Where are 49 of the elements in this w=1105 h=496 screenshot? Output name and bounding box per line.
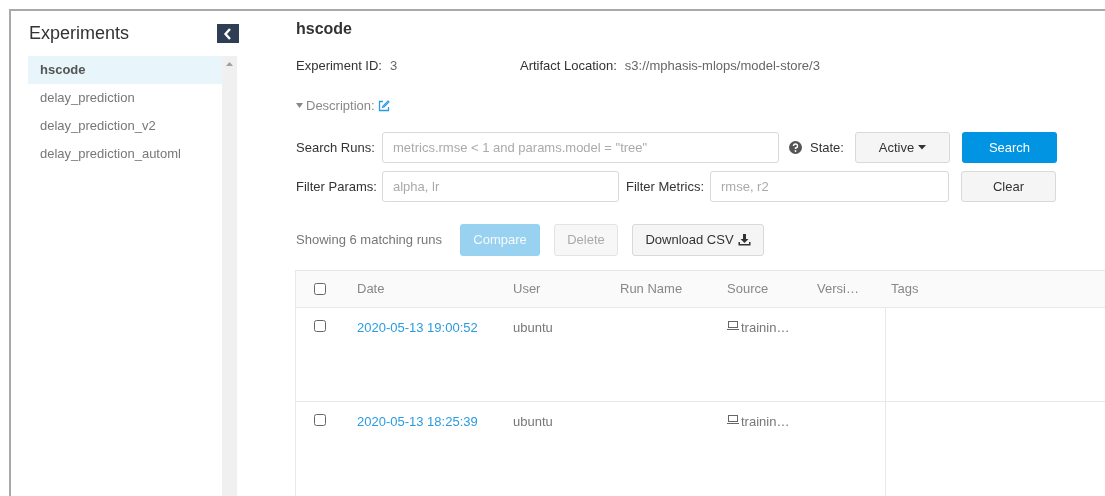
description-label: Description:: [306, 96, 375, 115]
row-checkbox[interactable]: [314, 320, 326, 332]
state-dropdown[interactable]: Active: [855, 132, 950, 163]
run-count: Showing 6 matching runs: [296, 231, 443, 250]
column-header[interactable]: User: [513, 279, 620, 299]
run-date-link[interactable]: 2020-05-13 19:00:52: [357, 320, 478, 335]
filter-params-label: Filter Params:: [296, 177, 378, 196]
experiment-item[interactable]: delay_prediction_v2: [28, 112, 222, 140]
caret-icon: [918, 145, 927, 150]
collapse-button[interactable]: [217, 24, 239, 43]
search-field[interactable]: metrics.rmse < 1 and params.model = "tree": [382, 132, 779, 163]
table-cell: ubuntu: [513, 320, 553, 335]
column-header[interactable]: Tags: [891, 279, 1105, 299]
download-icon: [737, 234, 751, 246]
select-all-checkbox[interactable]: [314, 283, 326, 295]
sidebar-title: Experiments: [28, 22, 130, 45]
experiment-item[interactable]: delay_prediction: [28, 84, 222, 112]
edit-icon[interactable]: [377, 99, 390, 112]
column-header[interactable]: Versi…: [817, 279, 891, 299]
clear-button[interactable]: Clear: [961, 171, 1056, 202]
column-header[interactable]: Source: [727, 279, 817, 299]
column-header[interactable]: Date: [357, 279, 513, 299]
caret-icon[interactable]: [296, 103, 303, 109]
source-cell[interactable]: trainin…: [741, 412, 790, 432]
run-date-link[interactable]: 2020-05-13 18:25:39: [357, 414, 478, 429]
help-icon[interactable]: [789, 141, 802, 154]
download-csv-button[interactable]: Download CSV: [632, 224, 764, 256]
filter-metrics-label: Filter Metrics:: [626, 177, 705, 196]
field-label: Artifact Location:: [520, 56, 617, 75]
table-cell: ubuntu: [513, 414, 553, 429]
filter-params-field[interactable]: alpha, lr: [382, 171, 619, 202]
experiment-title: hscode: [296, 19, 353, 39]
filter-metrics-field[interactable]: rmse, r2: [710, 171, 949, 202]
state-label: State:: [810, 138, 845, 157]
column-header[interactable]: Run Name: [620, 279, 727, 299]
field-value: s3://mphasis-mlops/model-store/3: [624, 56, 820, 75]
field-value: 3: [390, 56, 399, 75]
scrollbar[interactable]: [222, 56, 237, 496]
field-label: Experiment ID:: [296, 56, 382, 75]
experiment-item[interactable]: hscode: [28, 56, 222, 84]
search-button[interactable]: Search: [962, 132, 1057, 163]
chevron-left-icon: [223, 27, 233, 40]
experiment-item[interactable]: delay_prediction_automl: [28, 140, 222, 168]
source-cell[interactable]: trainin…: [741, 318, 790, 338]
laptop-icon: [727, 415, 739, 424]
row-checkbox[interactable]: [314, 414, 326, 426]
search-label: Search Runs:: [296, 138, 376, 157]
scroll-up-icon: [226, 62, 233, 66]
laptop-icon: [727, 321, 739, 330]
